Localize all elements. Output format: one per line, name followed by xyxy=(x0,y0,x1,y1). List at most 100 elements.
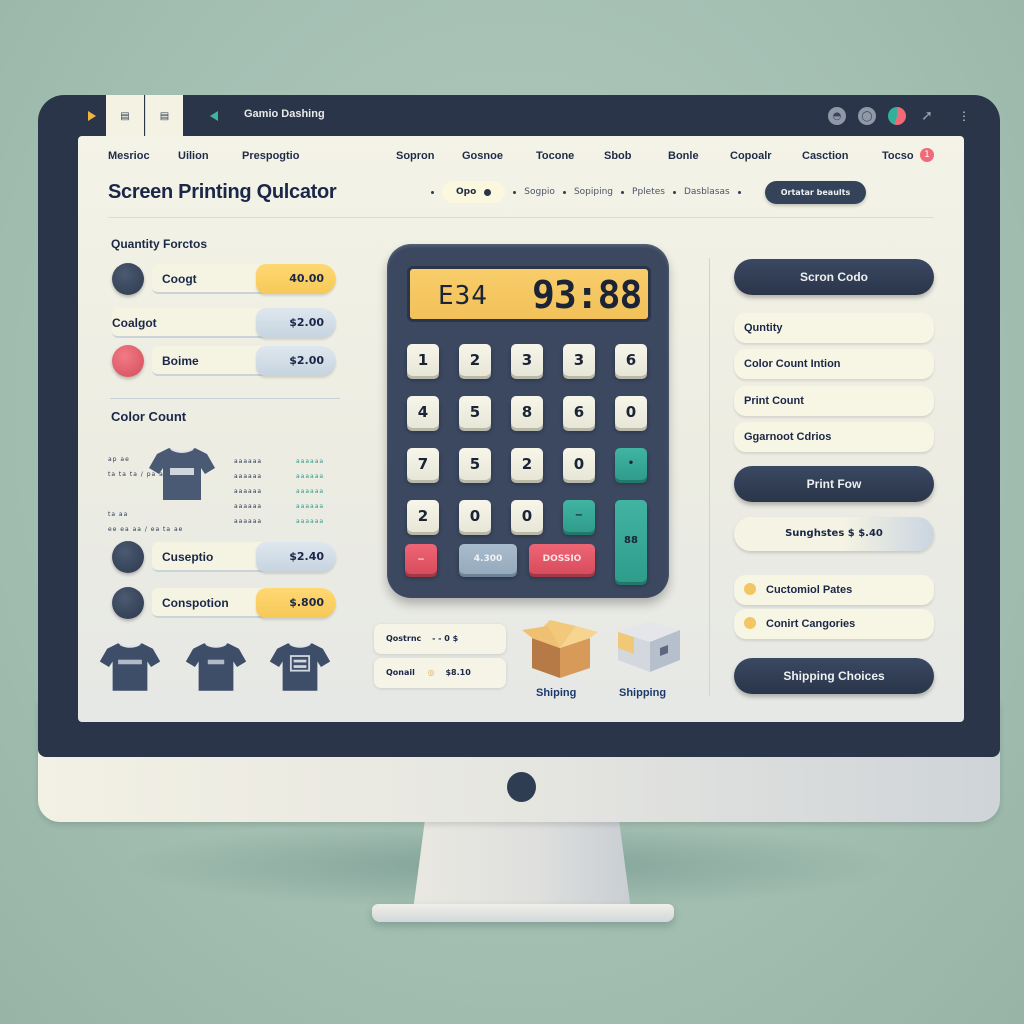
step-action-button[interactable]: Ortatar beaults xyxy=(764,180,867,204)
nav-item[interactable]: Tocso xyxy=(882,150,914,162)
nav-item[interactable]: Gosnoe xyxy=(462,150,503,162)
calculator-key[interactable]: 0 xyxy=(615,396,647,428)
tshirt-option-icon[interactable] xyxy=(184,639,248,695)
summary-label: Qostrnc xyxy=(386,634,422,643)
document-icon: ▤ xyxy=(159,110,170,122)
step-separator xyxy=(562,190,566,194)
info-icon[interactable]: ◯ xyxy=(858,107,876,125)
garment-choices-field[interactable]: Ggarnoot Cdrios xyxy=(734,422,934,452)
calculator-key[interactable]: 6 xyxy=(615,344,647,376)
nav-item[interactable]: Sopron xyxy=(396,150,435,162)
factor-radio[interactable] xyxy=(112,263,144,295)
color-count-option[interactable]: aaaaaa xyxy=(234,489,262,504)
quantity-field[interactable]: Quntity xyxy=(734,313,934,343)
calculator-key[interactable]: 5 xyxy=(459,448,491,480)
radio-dot-icon xyxy=(744,583,756,596)
nav-item[interactable]: Prespogtio xyxy=(242,150,299,162)
factor-track: Coalgot $2.00 xyxy=(112,308,336,338)
step-item[interactable]: Sogpio xyxy=(524,187,555,197)
color-count-right-labels: aaaaaa aaaaaa aaaaaa aaaaaa aaaaaa xyxy=(296,459,324,534)
calculator-key[interactable]: 0 xyxy=(459,500,491,532)
step-separator xyxy=(513,190,517,194)
option-radio[interactable] xyxy=(112,587,144,619)
memory-key[interactable]: 4.300 xyxy=(459,544,517,574)
color-count-option[interactable]: aaaaaa xyxy=(234,519,262,534)
titlebar-icons: ◓ ◯ ➚ xyxy=(828,107,936,125)
color-count-option[interactable]: aaaaaa xyxy=(234,459,262,474)
factor-value-input[interactable]: $2.00 xyxy=(256,308,336,338)
step-item[interactable]: Ppletes xyxy=(632,187,665,197)
calculator: E34 93:88 1 2 3 3 6 4 5 8 6 0 7 5 2 0 • 2 0 0−88 − 4.300 … xyxy=(387,244,669,598)
shipping-choices-button[interactable]: Shipping Choices xyxy=(734,658,934,694)
play-icon[interactable] xyxy=(88,111,96,121)
nav-item[interactable]: Mesrioc xyxy=(108,150,150,162)
option-value-input[interactable]: $.800 xyxy=(256,588,336,618)
factor-value-input[interactable]: 40.00 xyxy=(256,264,336,294)
color-count-option[interactable]: aaaaaa xyxy=(234,504,262,519)
color-count-value: aaaaaa xyxy=(296,458,325,465)
shipping-option-label[interactable]: Shiping xyxy=(536,687,576,699)
factor-radio[interactable] xyxy=(112,345,144,377)
calculator-key[interactable]: 0 xyxy=(563,448,595,480)
more-menu-icon[interactable]: ⋮ xyxy=(958,107,970,125)
step-active[interactable]: Opo xyxy=(442,181,506,203)
calculator-key[interactable]: 3 xyxy=(563,344,595,376)
color-count-field[interactable]: Color Count Intion xyxy=(734,349,934,379)
dosing-key[interactable]: DOSSIO xyxy=(529,544,595,574)
calculator-key[interactable]: 1 xyxy=(407,344,439,376)
total-pill[interactable]: Sunghstes $ $.40 xyxy=(734,517,934,551)
factor-value-input[interactable]: $2.00 xyxy=(256,346,336,376)
quantity-factor-row: Boime $2.00 xyxy=(112,344,336,378)
option-radio[interactable] xyxy=(112,541,144,573)
nav-item[interactable]: Tocone xyxy=(536,150,574,162)
calculator-key[interactable]: 6 xyxy=(563,396,595,428)
cloud-icon[interactable]: ◓ xyxy=(828,107,846,125)
tshirt-option-icon[interactable] xyxy=(98,639,162,695)
screen-code-button[interactable]: Scron Codo xyxy=(734,259,934,295)
option-value-input[interactable]: $2.40 xyxy=(256,542,336,572)
radio-option[interactable]: Conirt Cangories xyxy=(734,609,934,639)
pointer-icon[interactable]: ➚ xyxy=(918,107,936,125)
tab-1[interactable]: ▤ xyxy=(106,95,144,137)
calculator-key[interactable]: 5 xyxy=(459,396,491,428)
color-count-option[interactable]: aaaaaa xyxy=(234,474,262,489)
print-flow-button[interactable]: Print Fow xyxy=(734,466,934,502)
back-arrow-icon[interactable] xyxy=(210,111,218,121)
calculator-key[interactable]: 4 xyxy=(407,396,439,428)
tshirt-option-icon[interactable] xyxy=(268,639,332,695)
page-title: Screen Printing Qulcator xyxy=(108,181,337,203)
calculator-key[interactable]: 8 xyxy=(511,396,543,428)
step-item[interactable]: Dasblasas xyxy=(684,187,730,197)
factor-name: Coalgot xyxy=(112,316,157,330)
calculator-key[interactable]: 3 xyxy=(511,344,543,376)
factor-track: Boime $2.00 xyxy=(152,346,336,376)
step-active-label: Opo xyxy=(456,187,477,197)
print-count-field[interactable]: Print Count xyxy=(734,386,934,416)
nav-item[interactable]: Sbob xyxy=(604,150,632,162)
color-count-value: aaaaaa xyxy=(296,503,325,510)
closed-box-icon[interactable] xyxy=(612,614,684,676)
nav-item[interactable]: Casction xyxy=(802,150,848,162)
calculator-key[interactable]: 2 xyxy=(407,500,439,532)
calculator-key[interactable]: • xyxy=(615,448,647,480)
nav-item[interactable]: Bonle xyxy=(668,150,699,162)
calculator-key[interactable]: 0 xyxy=(511,500,543,532)
option-track: Cuseptio $2.40 xyxy=(152,542,336,572)
calculator-key[interactable]: 88 xyxy=(615,500,647,582)
color-count-heading: Color Count xyxy=(111,409,187,424)
tab-2[interactable]: ▤ xyxy=(145,95,183,137)
calculator-key[interactable]: 2 xyxy=(459,344,491,376)
nav-item[interactable]: Uilion xyxy=(178,150,209,162)
calculator-key[interactable]: 2 xyxy=(511,448,543,480)
option-name: Conspotion xyxy=(162,596,229,610)
shipping-option-label[interactable]: Shipping xyxy=(619,687,666,699)
step-item[interactable]: Sopiping xyxy=(574,187,613,197)
calculator-key[interactable]: 7 xyxy=(407,448,439,480)
clear-key[interactable]: − xyxy=(405,544,437,574)
user-avatar-icon[interactable] xyxy=(888,107,906,125)
calculator-key[interactable]: − xyxy=(563,500,595,532)
radio-option[interactable]: Cuctomiol Pates xyxy=(734,575,934,605)
open-box-icon[interactable] xyxy=(520,612,600,680)
nav-item[interactable]: Copoalr xyxy=(730,150,772,162)
color-count-mid-labels: aaaaaa aaaaaa aaaaaa aaaaaa aaaaaa xyxy=(234,459,262,534)
